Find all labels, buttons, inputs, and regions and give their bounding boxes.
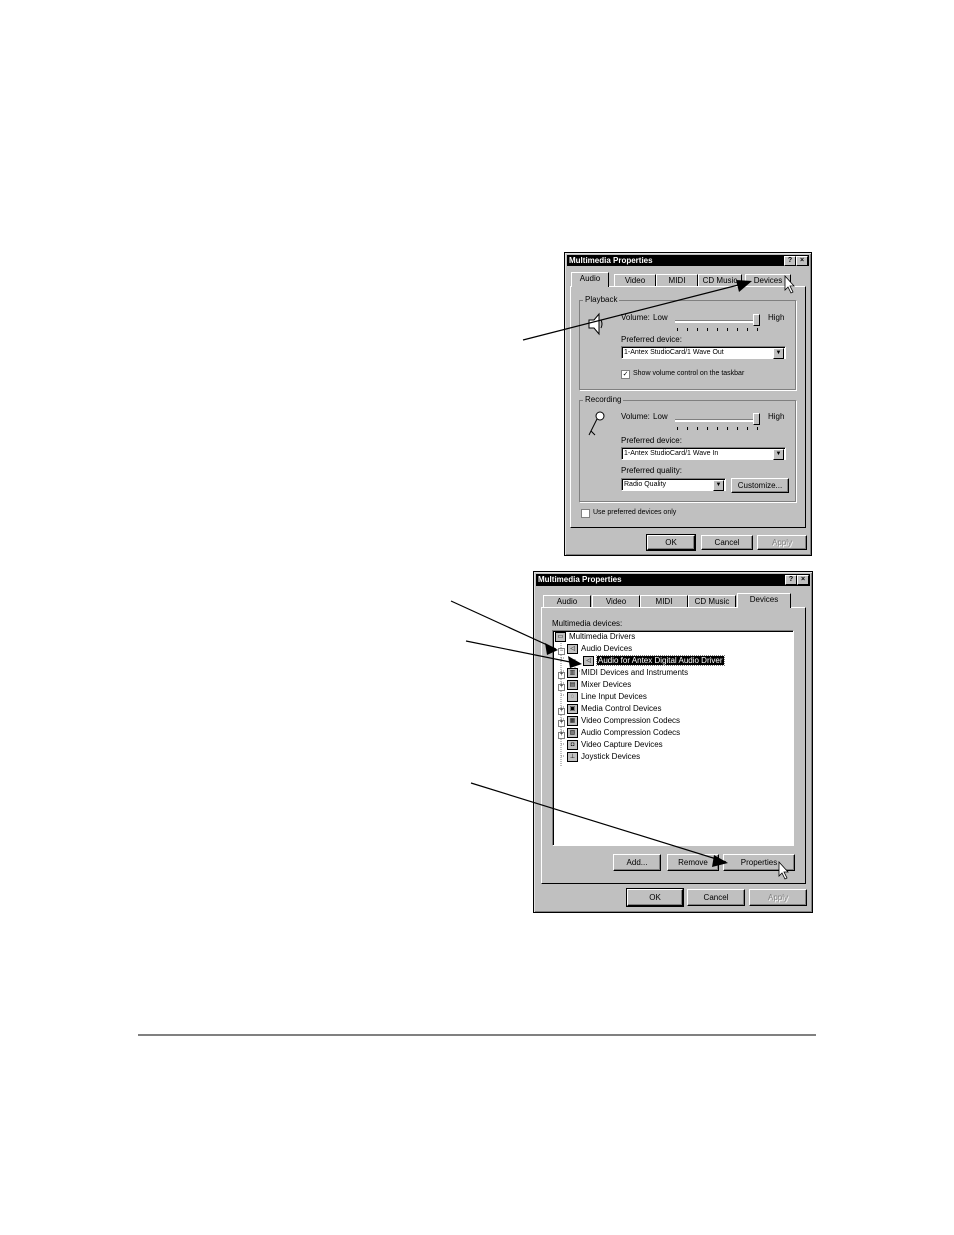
callout-arrows (138, 274, 816, 1036)
callout-arrow-properties (470, 782, 727, 863)
tab-audio[interactable]: Audio (571, 272, 609, 287)
arrowhead (568, 656, 582, 668)
cursor-icon (778, 860, 789, 880)
arrowhead (712, 855, 728, 867)
cursor-icon (784, 274, 795, 294)
callout-arrow-devices-tab (522, 281, 751, 341)
callout-arrow-audio-devices (450, 600, 557, 650)
arrowhead (545, 643, 558, 655)
arrowhead (736, 280, 752, 292)
tab-devices[interactable]: Devices (737, 593, 791, 608)
callout-arrow-antex-driver (465, 640, 581, 665)
